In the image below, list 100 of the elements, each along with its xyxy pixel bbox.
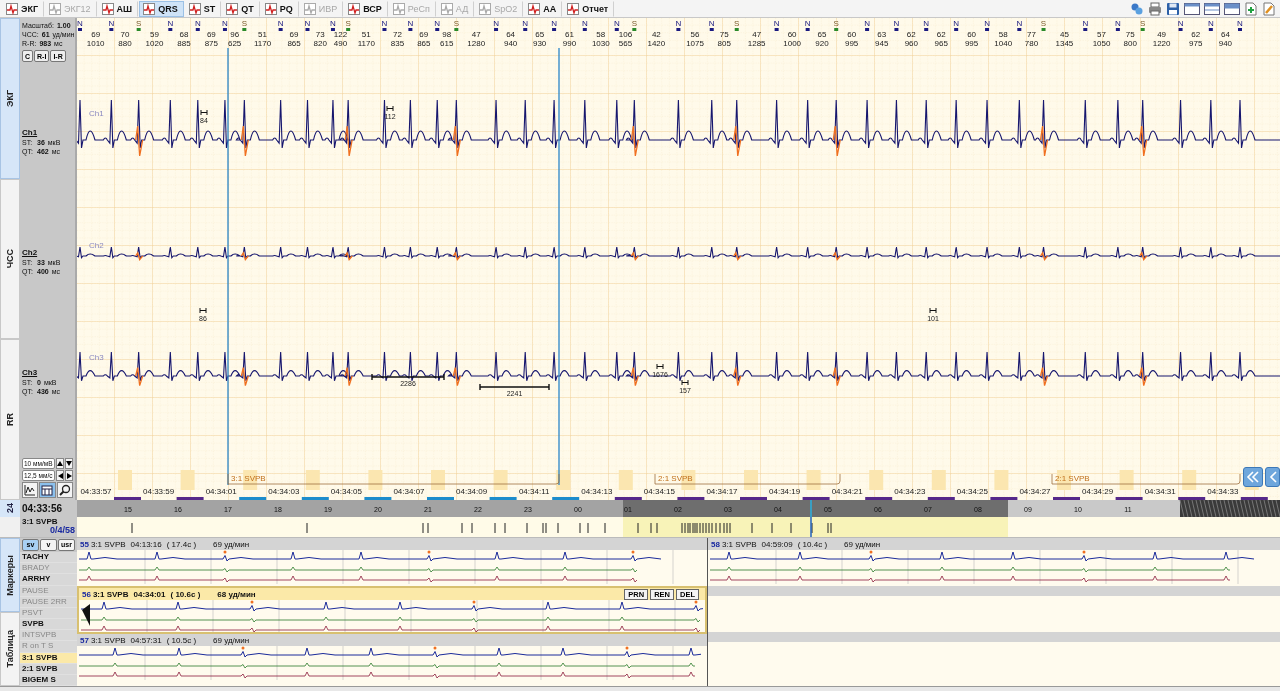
marker-item[interactable]: ARRHY <box>20 574 77 586</box>
rr-interval-value: 880 <box>118 39 132 48</box>
time-label: 04:33:59 <box>143 487 175 496</box>
time-label: 04:34:03 <box>268 487 300 496</box>
rr-interval-value: 940 <box>503 39 518 48</box>
toolbar-tab[interactable]: QRS <box>139 0 184 17</box>
rr-interval-value: 960 <box>904 39 918 48</box>
beat-marker <box>382 28 387 31</box>
beat-marker <box>1017 28 1022 31</box>
time-label: 04:34:07 <box>393 487 425 496</box>
marker-item[interactable]: TACHY <box>20 552 77 564</box>
fast-back-button[interactable] <box>1243 467 1263 487</box>
rr-interval-value: 800 <box>1123 39 1137 48</box>
heart-rate-value: 122 <box>333 30 348 39</box>
beat-marker <box>222 28 227 31</box>
beat-marker <box>78 28 82 31</box>
beat-marker <box>894 28 899 31</box>
side-tab[interactable]: Маркеры <box>0 538 20 612</box>
ecg-strip[interactable]: 57 3:1 SVPB 04:57:31 ( 10.5c ) 69 уд/мин <box>77 634 707 682</box>
toolbar-tab[interactable]: АШ <box>97 0 139 17</box>
view-button[interactable] <box>56 482 73 498</box>
spin-up-button[interactable] <box>56 458 64 469</box>
ecg-strip[interactable]: 55 3:1 SVPB 04:13:16 ( 17.4c ) 69 уд/мин <box>77 538 707 586</box>
window-layout-icon[interactable] <box>1184 1 1200 16</box>
save-icon[interactable] <box>1166 1 1180 16</box>
beat-marker <box>632 28 637 31</box>
beat-highlight <box>368 470 383 490</box>
back-button[interactable] <box>1265 467 1280 487</box>
window-layout-icon[interactable] <box>1224 1 1240 16</box>
beat-label: N <box>864 19 870 28</box>
toolbar-tab[interactable]: ЭКГ <box>2 0 44 17</box>
printer-icon[interactable] <box>1148 1 1162 16</box>
beat-marker <box>523 28 528 31</box>
beat-marker <box>709 28 714 31</box>
episode-bar <box>552 497 580 500</box>
rr-interval-value: 1020 <box>145 39 164 48</box>
rr-interval-value: 1075 <box>686 39 704 48</box>
side-tab[interactable]: ЧСС <box>0 178 20 340</box>
strip-number: 57 <box>80 635 89 645</box>
episode-bar <box>1053 497 1080 500</box>
toolbar-tab[interactable]: ВСР <box>344 0 388 17</box>
episode-bar <box>114 497 141 500</box>
beat-marker <box>1041 28 1046 31</box>
double-chevron-icon <box>1246 471 1260 483</box>
spin-down-button[interactable] <box>65 458 73 469</box>
toolbar-tab[interactable]: Отчет <box>563 0 615 17</box>
time-label: 04:33:57 <box>80 487 112 496</box>
heart-rate-value: 73 <box>315 30 325 39</box>
marker-item[interactable]: 2:1 SVPB <box>20 663 77 675</box>
beat-highlight <box>1057 470 1071 490</box>
rr-interval-value: 865 <box>417 39 431 48</box>
view-button[interactable] <box>39 482 56 498</box>
side-tab[interactable]: RR <box>0 339 20 500</box>
beat-marker <box>924 28 929 31</box>
marker-item[interactable]: SVPB <box>20 619 77 631</box>
sync-icon[interactable] <box>1130 1 1144 16</box>
rr-interval-value: 995 <box>964 39 979 48</box>
right-arrow-icon <box>66 472 72 479</box>
heart-rate-value: 69 <box>419 30 429 39</box>
edit-icon[interactable] <box>1262 1 1276 16</box>
episode-bar <box>990 497 1018 500</box>
beat-highlight <box>118 470 132 490</box>
strip-time: 04:34:01 <box>133 589 166 599</box>
view-button[interactable] <box>22 482 39 498</box>
heart-rate-value: 62 <box>936 30 946 39</box>
grid-icon <box>41 484 54 496</box>
beat-marker <box>109 28 114 31</box>
beat-highlight <box>869 470 884 490</box>
beat-marker <box>278 28 283 31</box>
spin-right-button[interactable] <box>65 470 73 481</box>
caliper-icon <box>200 109 208 116</box>
add-file-icon[interactable] <box>1244 1 1258 16</box>
heart-rate-value: 62 <box>906 30 916 39</box>
left-arrow-icon <box>57 472 63 479</box>
side-tab[interactable]: Таблица <box>0 612 20 686</box>
strip-rate: 69 уд/мин <box>213 539 250 549</box>
marker-item[interactable]: 3:1 SVPB <box>20 652 77 664</box>
toolbar-tab[interactable]: QT <box>222 0 260 17</box>
window-layout-icon[interactable] <box>1204 1 1220 16</box>
channel-name: Ch1 <box>22 128 39 138</box>
heart-rate-value: 45 <box>1059 30 1069 39</box>
event-count: 0/4/58 <box>49 526 75 535</box>
beat-marker <box>676 28 681 31</box>
toolbar-tab[interactable]: PQ <box>260 0 299 17</box>
pointer-icon <box>82 604 90 626</box>
episode-bar <box>927 497 955 500</box>
time-label: 04:34:25 <box>956 487 988 496</box>
timeline-bar[interactable] <box>77 500 1280 517</box>
caliper-icon <box>386 105 394 112</box>
episode-bar <box>489 497 517 500</box>
toolbar-tab[interactable]: АА <box>524 0 563 17</box>
toolbar-tab[interactable]: ST <box>184 0 222 17</box>
beat-label: N <box>675 19 682 28</box>
side-tab[interactable]: ЭКГ <box>0 18 20 179</box>
episode-bar <box>301 497 329 500</box>
period-tab[interactable]: 24 <box>0 500 20 517</box>
heart-rate-value: 60 <box>847 30 857 39</box>
rr-interval-value: 945 <box>875 39 889 48</box>
rr-interval-value: 1220 <box>1152 39 1171 48</box>
channel-label: Ch3 <box>89 353 104 362</box>
